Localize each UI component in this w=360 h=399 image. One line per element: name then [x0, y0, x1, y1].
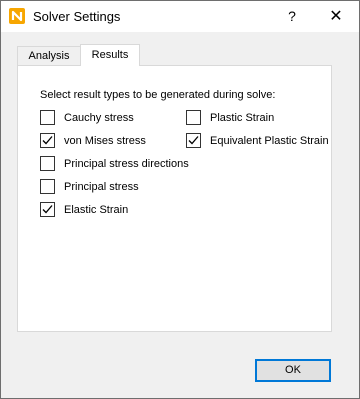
close-button[interactable]: ✕: [321, 1, 351, 32]
dialog-body: Analysis Results Select result types to …: [1, 32, 359, 398]
title-bar: Solver Settings ? ✕: [1, 1, 359, 32]
cauchy-stress-label: Cauchy stress: [64, 112, 134, 124]
ok-button[interactable]: OK: [255, 359, 331, 382]
principal-stress-label: Principal stress: [64, 181, 139, 193]
principal-stress-checkbox[interactable]: [40, 179, 55, 194]
app-logo-icon: [9, 8, 25, 24]
result-types-label: Select result types to be generated duri…: [40, 89, 276, 101]
elastic-strain-checkbox[interactable]: [40, 202, 55, 217]
tab-results[interactable]: Results: [80, 44, 140, 66]
dialog-footer: OK: [1, 349, 359, 398]
window-title: Solver Settings: [33, 9, 121, 24]
solver-settings-dialog: Solver Settings ? ✕ Analysis Results Sel…: [0, 0, 360, 399]
tab-analysis[interactable]: Analysis: [17, 46, 81, 66]
von-mises-stress-label: von Mises stress: [64, 135, 146, 147]
help-button[interactable]: ?: [277, 1, 307, 32]
plastic-strain-label: Plastic Strain: [210, 112, 275, 124]
principal-stress-directions-checkbox[interactable]: [40, 156, 55, 171]
equivalent-plastic-strain-checkbox[interactable]: [186, 133, 201, 148]
plastic-strain-checkbox[interactable]: [186, 110, 201, 125]
principal-stress-directions-label: Principal stress directions: [64, 158, 189, 170]
checkmark-icon: [42, 205, 53, 214]
checkmark-icon: [188, 136, 199, 145]
equivalent-plastic-strain-label: Equivalent Plastic Strain: [210, 135, 329, 147]
elastic-strain-label: Elastic Strain: [64, 204, 129, 216]
checkmark-icon: [42, 136, 53, 145]
cauchy-stress-checkbox[interactable]: [40, 110, 55, 125]
von-mises-stress-checkbox[interactable]: [40, 133, 55, 148]
results-panel: Select result types to be generated duri…: [17, 65, 332, 332]
